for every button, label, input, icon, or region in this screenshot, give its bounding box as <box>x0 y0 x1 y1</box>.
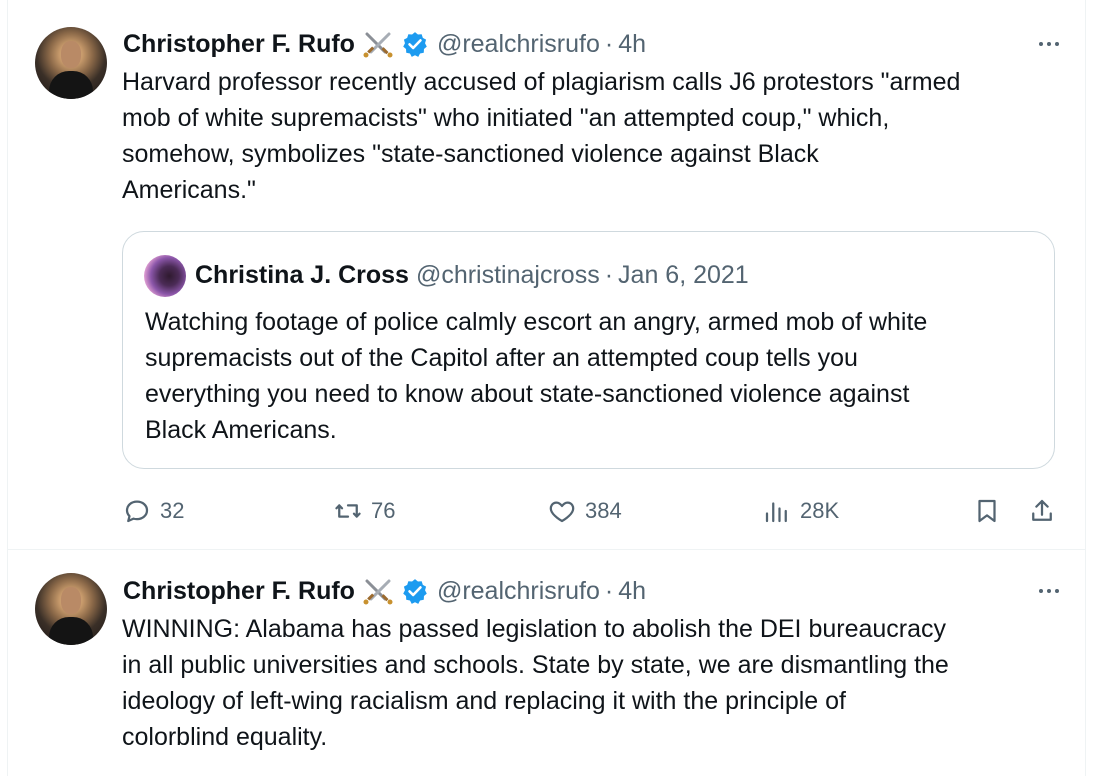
retweet-icon <box>335 504 361 518</box>
tweet-actions: 32 76 384 28K <box>122 490 1062 532</box>
crossed-swords-icon <box>363 579 393 605</box>
header-separator: · <box>604 29 614 58</box>
views-count: 28K <box>800 498 840 523</box>
share-icon <box>1032 499 1052 521</box>
tweet-timestamp[interactable]: 4h <box>618 30 646 59</box>
tweet-text: Harvard professor recently accused of pl… <box>122 68 961 204</box>
tweet[interactable]: Christopher F. Rufo @realchrisrufo · 4h <box>8 550 1085 776</box>
header-separator: · <box>604 576 614 605</box>
more-icon[interactable] <box>1035 30 1063 58</box>
reply-count: 32 <box>160 498 185 523</box>
retweet-count: 76 <box>371 498 396 523</box>
reply-icon <box>125 500 149 523</box>
quote-author-handle[interactable]: @christinajcross <box>416 261 600 290</box>
quoted-tweet[interactable]: Christina J. Cross @christinajcross · Ja… <box>122 231 1055 469</box>
author-handle[interactable]: @realchrisrufo <box>437 577 600 606</box>
verified-badge-icon <box>403 32 427 57</box>
views-button[interactable]: 28K <box>762 490 839 532</box>
avatar-shirt <box>49 617 93 645</box>
quote-text: Watching footage of police calmly escort… <box>145 308 928 444</box>
author-handle[interactable]: @realchrisrufo <box>437 30 600 59</box>
more-icon[interactable] <box>1035 577 1063 605</box>
retweet-button[interactable]: 76 <box>333 490 395 532</box>
quote-header: Christina J. Cross @christinajcross · Ja… <box>195 256 749 294</box>
tweet-header: Christopher F. Rufo @realchrisrufo · 4h <box>123 27 646 61</box>
reply-button[interactable]: 32 <box>122 490 184 532</box>
heart-icon <box>549 501 575 523</box>
avatar-face <box>61 41 81 68</box>
crossed-swords-icon <box>363 32 393 58</box>
avatar-face <box>61 587 81 614</box>
bookmark-button[interactable] <box>972 490 1002 532</box>
author-avatar[interactable] <box>35 573 107 645</box>
quote-separator: · <box>604 260 614 289</box>
tweet[interactable]: Christopher F. Rufo @realchrisrufo · 4h <box>8 0 1085 550</box>
quote-author-name[interactable]: Christina J. Cross <box>195 261 409 290</box>
timeline-feed: Christopher F. Rufo @realchrisrufo · 4h <box>7 0 1086 776</box>
tweet-text: WINNING: Alabama has passed legislation … <box>122 615 949 751</box>
quote-author-avatar[interactable] <box>144 255 186 297</box>
bookmark-icon <box>978 499 996 523</box>
tweet-header: Christopher F. Rufo @realchrisrufo · 4h <box>123 574 646 608</box>
share-button[interactable] <box>1027 490 1057 532</box>
views-icon <box>765 502 787 523</box>
avatar-shirt <box>49 71 93 99</box>
like-button[interactable]: 384 <box>547 490 622 532</box>
like-count: 384 <box>585 498 622 523</box>
tweet-timestamp[interactable]: 4h <box>618 577 646 606</box>
author-name[interactable]: Christopher F. Rufo <box>123 577 355 606</box>
author-name[interactable]: Christopher F. Rufo <box>123 30 355 59</box>
verified-badge-icon <box>403 579 427 604</box>
author-avatar[interactable] <box>35 27 107 99</box>
quote-date[interactable]: Jan 6, 2021 <box>618 261 749 290</box>
